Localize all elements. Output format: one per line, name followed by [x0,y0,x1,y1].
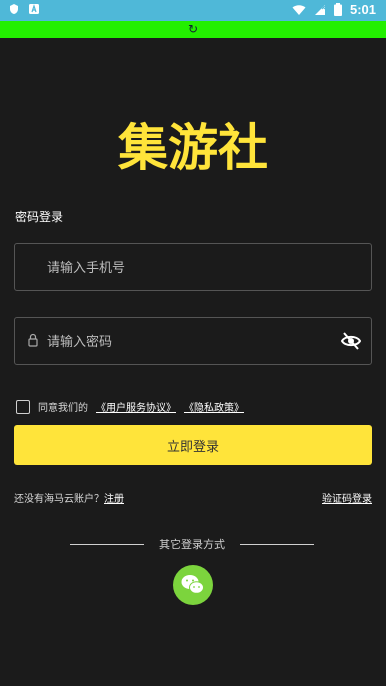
divider-line-right [240,543,314,545]
battery-icon [333,3,342,16]
status-right-icons: 5:01 [292,2,376,17]
signal-icon [314,4,326,15]
other-login-divider: 其它登录方式 [70,536,314,552]
agreement-checkbox[interactable] [16,399,30,414]
lock-icon [28,333,38,347]
other-login-label: 其它登录方式 [159,538,225,551]
divider-line-left [70,543,144,545]
page-title: 密码登录 [15,210,64,224]
phone-input[interactable] [45,244,329,292]
status-time: 5:01 [349,2,376,17]
password-field[interactable] [14,317,372,366]
user-agreement-link[interactable]: 《用户服务协议》 [96,399,176,414]
wifi-icon [292,4,306,15]
notification-a-icon [29,4,39,14]
phone-field[interactable] [14,243,372,292]
status-left-icons [8,3,40,15]
no-account-text: 还没有海马云账户？ [14,494,104,505]
wechat-icon [181,575,204,594]
top-green-bar: ↻ [0,21,386,38]
privacy-policy-link[interactable]: 《隐私政策》 [184,399,244,414]
eye-off-icon[interactable] [341,332,361,350]
status-bar: 5:01 [0,0,386,21]
brand-logo-text: 集游社 [117,119,268,177]
notification-shield-icon [10,4,18,14]
wechat-login-button[interactable] [173,565,213,605]
brand-logo: 集游社 [117,119,268,177]
refresh-icon[interactable]: ↻ [188,22,198,36]
password-input[interactable] [45,318,329,366]
agreement-row: 同意我们的 《用户服务协议》 《隐私政策》 [16,399,244,414]
register-link[interactable]: 注册 [104,494,124,505]
sms-login-link[interactable]: 验证码登录 [322,490,372,505]
bottom-links: 还没有海马云账户？注册 验证码登录 [14,490,372,505]
agreement-prefix: 同意我们的 [38,403,88,414]
login-button[interactable]: 立即登录 [14,425,372,465]
